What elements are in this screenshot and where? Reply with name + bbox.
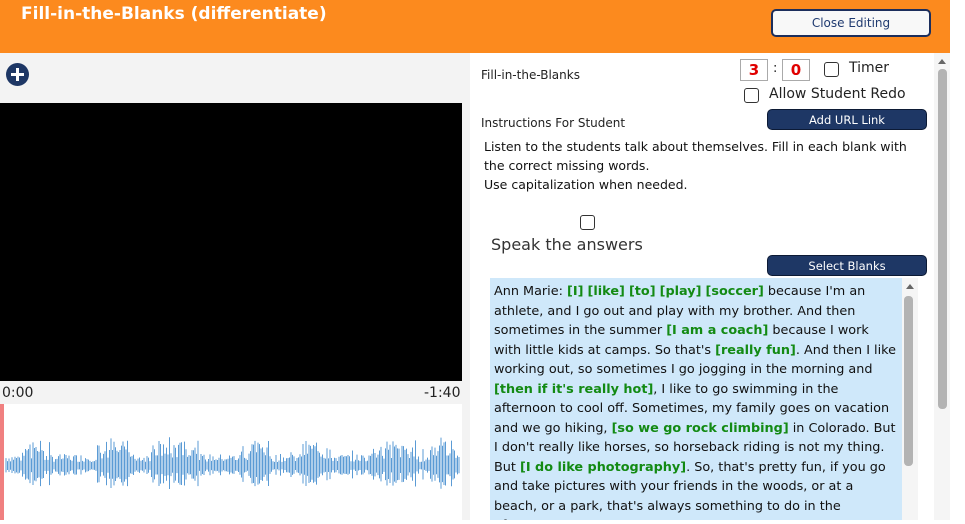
blank-word[interactable]: [play] [660, 284, 702, 299]
page-scroll-up-arrow-icon[interactable] [938, 59, 946, 64]
page-scroll-thumb[interactable] [938, 69, 947, 409]
scroll-up-arrow-icon[interactable] [906, 284, 914, 289]
header-bar: Fill-in-the-Blanks (differentiate) Close… [0, 0, 950, 53]
blank-word[interactable]: [I am a coach] [666, 323, 768, 338]
close-editing-button[interactable]: Close Editing [771, 9, 931, 37]
activity-label: Fill-in-the-Blanks [481, 68, 580, 82]
timer-colon: : [773, 61, 778, 76]
add-circle-icon[interactable] [6, 63, 29, 86]
timer-label: Timer [849, 60, 890, 76]
audio-waveform[interactable] [0, 404, 462, 520]
instructions-line-2: Use capitalization when needed. [484, 177, 688, 192]
passage-editor[interactable]: Ann Marie: [I] [like] [to] [play] [socce… [490, 278, 902, 520]
blank-word[interactable]: [then if it's really hot] [494, 382, 653, 397]
timer-minutes-input[interactable]: 3 [740, 59, 768, 81]
waveform-bars [5, 437, 460, 489]
blank-word[interactable]: [so we go rock climbing] [612, 421, 789, 436]
instructions-textarea[interactable]: Listen to the students talk about themse… [481, 136, 927, 195]
speak-answers-checkbox[interactable] [580, 215, 595, 230]
blank-word[interactable]: [soccer] [706, 284, 764, 299]
allow-redo-checkbox[interactable] [744, 88, 759, 103]
time-remaining: -1:40 [424, 385, 461, 401]
page-title: Fill-in-the-Blanks (differentiate) [21, 4, 327, 24]
time-current: 0:00 [2, 385, 34, 401]
blank-word[interactable]: [like] [588, 284, 625, 299]
blank-word[interactable]: [to] [629, 284, 656, 299]
playhead-marker[interactable] [0, 404, 4, 520]
instructions-label: Instructions For Student [481, 116, 626, 130]
passage-scroll-thumb[interactable] [904, 296, 913, 466]
blank-word[interactable]: [really fun] [715, 343, 796, 358]
select-blanks-button[interactable]: Select Blanks [767, 255, 927, 276]
waveform-svg[interactable] [0, 404, 462, 520]
timer-checkbox[interactable] [824, 62, 839, 77]
instructions-line-1: Listen to the students talk about themse… [484, 139, 907, 173]
blank-word[interactable]: [I do like photography] [520, 460, 686, 475]
add-url-link-button[interactable]: Add URL Link [767, 109, 927, 130]
passage-text: Ann Marie: [494, 284, 567, 299]
timer-seconds-input[interactable]: 0 [782, 59, 810, 81]
speak-answers-label: Speak the answers [491, 235, 643, 254]
allow-redo-label: Allow Student Redo [769, 86, 906, 102]
video-player[interactable] [0, 103, 462, 381]
blank-word[interactable]: [I] [567, 284, 583, 299]
